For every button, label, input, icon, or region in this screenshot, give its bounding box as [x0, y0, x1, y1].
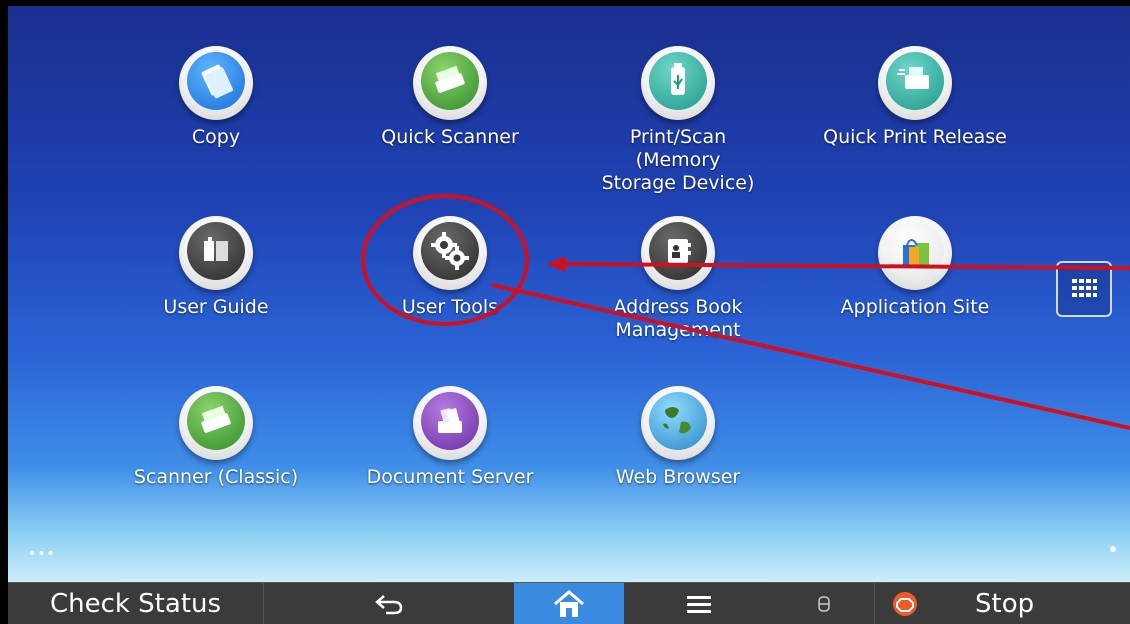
- app-user-tools[interactable]: User Tools: [360, 216, 540, 319]
- grid-icon: [1072, 279, 1097, 297]
- app-label: Scanner (Classic): [133, 466, 299, 488]
- shopping-bag-icon: [878, 216, 952, 290]
- stop-label: Stop: [975, 588, 1035, 619]
- page-indicator-dots: •••: [28, 546, 56, 562]
- storage-status-button[interactable]: [774, 583, 874, 624]
- printer-icon: [878, 46, 952, 120]
- app-label: User Tools: [401, 296, 499, 318]
- app-address-book[interactable]: Address Book Management: [588, 216, 768, 342]
- app-label: Address Book Management: [613, 296, 743, 341]
- app-quick-scanner[interactable]: Quick Scanner: [360, 46, 540, 149]
- app-user-guide[interactable]: User Guide: [126, 216, 306, 319]
- document-server-icon: [413, 386, 487, 460]
- back-button[interactable]: [264, 583, 514, 624]
- app-web-browser[interactable]: Web Browser: [588, 386, 768, 489]
- app-print-scan-memory[interactable]: Print/Scan (Memory Storage Device): [588, 46, 768, 195]
- book-icon: [179, 216, 253, 290]
- check-status-button[interactable]: Check Status: [8, 583, 264, 624]
- copy-icon: [179, 46, 253, 120]
- hamburger-menu-icon: [687, 595, 711, 613]
- app-label: Print/Scan (Memory Storage Device): [601, 126, 755, 194]
- gears-icon: [413, 216, 487, 290]
- scroll-indicator-dot: [1110, 546, 1116, 552]
- menu-button[interactable]: [624, 583, 774, 624]
- usb-icon: [641, 46, 715, 120]
- app-label: Quick Print Release: [823, 126, 1007, 148]
- app-label: Web Browser: [615, 466, 741, 488]
- app-quick-print-release[interactable]: Quick Print Release: [820, 46, 1010, 149]
- home-icon: [554, 589, 584, 617]
- bottom-system-bar: Check Status Stop: [8, 582, 1130, 624]
- stop-icon: [893, 591, 917, 616]
- app-grid-button[interactable]: [1056, 261, 1112, 317]
- scanner-icon: [413, 46, 487, 120]
- scanner-classic-icon: [179, 386, 253, 460]
- globe-icon: [641, 386, 715, 460]
- home-screen: Copy Quick Scanner Print/Scan (Memory St…: [8, 6, 1130, 582]
- app-label: User Guide: [163, 296, 269, 318]
- address-book-icon: [641, 216, 715, 290]
- back-arrow-icon: [375, 594, 403, 614]
- stop-button[interactable]: Stop: [874, 583, 1130, 624]
- app-label: Quick Scanner: [381, 126, 519, 148]
- home-button[interactable]: [514, 583, 624, 624]
- stop-icon-wrap: [875, 591, 935, 617]
- app-copy[interactable]: Copy: [126, 46, 306, 149]
- app-scanner-classic[interactable]: Scanner (Classic): [126, 386, 306, 489]
- app-label: Application Site: [840, 296, 990, 318]
- app-label: Copy: [191, 126, 241, 148]
- storage-icon: [818, 595, 830, 612]
- app-document-server[interactable]: Document Server: [360, 386, 540, 489]
- app-label: Document Server: [366, 466, 534, 488]
- app-application-site[interactable]: Application Site: [820, 216, 1010, 319]
